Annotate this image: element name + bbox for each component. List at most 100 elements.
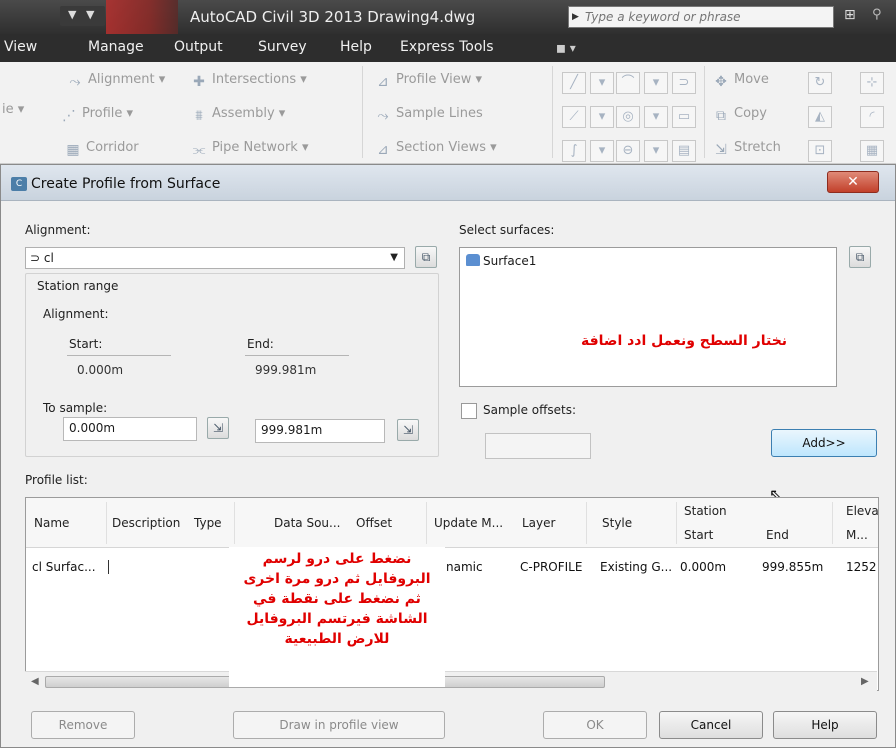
quick-access-toolbar[interactable]: ▼ ▼ (60, 6, 105, 26)
horizontal-scrollbar[interactable]: ◀ ▶ (25, 671, 877, 691)
ribbon-alignment[interactable]: ⤳ Alignment ▾ (66, 72, 165, 90)
ribbon-copy[interactable]: ⧉ Copy (712, 106, 767, 124)
sample-offsets-checkbox[interactable] (461, 403, 477, 419)
ribbon-profile-view[interactable]: ⊿ Profile View ▾ (374, 72, 482, 90)
col-end[interactable]: End (766, 528, 789, 542)
ribbon-assembly[interactable]: ⩩ Assembly ▾ (190, 106, 285, 124)
col-update-mode[interactable]: Update M... (434, 516, 503, 530)
trim-icon[interactable]: ⊹ (860, 72, 884, 94)
profile-list-table[interactable]: Name Description Type Data Sou... Offset… (25, 497, 879, 691)
civil3d-icon: C (11, 177, 27, 191)
cell-style[interactable]: Existing G... (600, 560, 672, 574)
help-button[interactable]: Help (773, 711, 877, 739)
ok-button[interactable]: OK (543, 711, 647, 739)
sample-lines-icon: ⤳ (377, 108, 389, 124)
ribbon-cut-item[interactable]: ie ▾ (2, 102, 24, 117)
ribbon-label: Intersections ▾ (212, 72, 307, 87)
ribbon-corridor[interactable]: ▦ Corridor (64, 140, 138, 158)
surfaces-list[interactable]: Surface1 (459, 247, 837, 387)
ribbon-stretch[interactable]: ⇲ Stretch (712, 140, 781, 158)
search-input[interactable] (585, 9, 825, 25)
col-start[interactable]: Start (684, 528, 713, 542)
pick-start-button[interactable]: ⇲ (207, 417, 229, 439)
menu-view[interactable]: View (4, 39, 37, 55)
col-name[interactable]: Name (34, 516, 69, 530)
rectangle-icon[interactable]: ▭ (672, 106, 696, 128)
dialog-title-bar[interactable]: C Create Profile from Surface ✕ (1, 165, 895, 201)
col-elevation[interactable]: Eleva (846, 504, 879, 518)
ribbon-intersections[interactable]: ✚ Intersections ▾ (190, 72, 307, 90)
menu-survey[interactable]: Survey (258, 39, 307, 55)
sample-offsets-field[interactable] (485, 433, 591, 459)
col-description[interactable]: Description (112, 516, 180, 530)
sample-start-field[interactable]: 0.000m (63, 417, 197, 441)
col-offset[interactable]: Offset (356, 516, 392, 530)
menu-manage[interactable]: Manage (88, 39, 144, 55)
hatch-icon[interactable]: ▤ (672, 140, 696, 162)
col-layer[interactable]: Layer (522, 516, 555, 530)
menu-help[interactable]: Help (340, 39, 372, 55)
menu-express-tools[interactable]: Express Tools (400, 39, 494, 55)
col-style[interactable]: Style (602, 516, 632, 530)
fillet-icon[interactable]: ◜ (860, 106, 884, 128)
add-button[interactable]: Add>> (771, 429, 877, 457)
ribbon-sample-lines[interactable]: ⤳ Sample Lines (374, 106, 483, 124)
ribbon-label: Assembly ▾ (212, 106, 286, 121)
scale-icon[interactable]: ⊡ (808, 140, 832, 162)
annotation-select-surface: نختار السطح ونعمل ادد اضافة (581, 333, 788, 349)
rotate-icon[interactable]: ↻ (808, 72, 832, 94)
spline-icon[interactable]: ∫ (562, 140, 586, 162)
user-icon[interactable]: ⚲ (872, 7, 882, 22)
cell-layer: C-PROFILE (520, 560, 583, 574)
dropdown-icon[interactable]: ▾ (590, 140, 614, 162)
dropdown-icon[interactable]: ▾ (590, 106, 614, 128)
alignment-select[interactable]: ⊃ cl ▼ (25, 247, 405, 269)
ribbon-label: Pipe Network ▾ (212, 140, 309, 155)
surface-name: Surface1 (483, 254, 537, 268)
dropdown-icon[interactable]: ▾ (644, 106, 668, 128)
list-item[interactable]: Surface1 (466, 254, 536, 268)
col-data-source[interactable]: Data Sou... (274, 516, 340, 530)
col-type[interactable]: Type (194, 516, 222, 530)
annotation-line: ثم نضغط على نقطة في (253, 591, 421, 607)
pick-end-button[interactable]: ⇲ (397, 419, 419, 441)
ribbon-section-views[interactable]: ⊿ Section Views ▾ (374, 140, 497, 158)
pick-surface-button[interactable]: ⧉ (849, 246, 871, 268)
ellipse-icon[interactable]: ⊖ (616, 140, 640, 162)
polyline-icon[interactable]: ⟋ (562, 106, 586, 128)
end-value: 999.981m (255, 363, 317, 377)
circle-icon[interactable]: ◎ (616, 106, 640, 128)
ribbon-profile[interactable]: ⋰ Profile ▾ (60, 106, 133, 124)
camera-icon[interactable]: ◼ ▾ (556, 41, 576, 55)
col-station[interactable]: Station (684, 504, 727, 518)
dropdown-icon[interactable]: ▾ (644, 72, 668, 94)
sample-end-field[interactable]: 999.981m (255, 419, 385, 443)
dropdown-icon[interactable]: ▾ (590, 72, 614, 94)
array-icon[interactable]: ▦ (860, 140, 884, 162)
scroll-left-icon[interactable]: ◀ (31, 676, 39, 687)
ribbon-divider (552, 66, 553, 158)
line-icon[interactable]: ╱ (562, 72, 586, 94)
close-button[interactable]: ✕ (827, 171, 879, 193)
mirror-icon[interactable]: ◭ (808, 106, 832, 128)
ribbon-move[interactable]: ✥ Move (712, 72, 769, 90)
column-divider (106, 502, 107, 544)
ribbon-label: Sample Lines (396, 106, 483, 121)
remove-button[interactable]: Remove (31, 711, 135, 739)
scroll-right-icon[interactable]: ▶ (861, 676, 869, 687)
binoculars-icon[interactable]: ⊞ (844, 7, 856, 23)
draw-in-profile-view-button[interactable]: Draw in profile view (233, 711, 445, 739)
dropdown-arrow-icon[interactable]: ▼ (86, 8, 94, 21)
dropdown-icon[interactable]: ▾ (644, 140, 668, 162)
ribbon-pipe-network[interactable]: ⫘ Pipe Network ▾ (190, 140, 309, 158)
menu-output[interactable]: Output (174, 39, 223, 55)
search-box[interactable]: ▶ (568, 6, 834, 28)
assembly-icon: ⩩ (195, 108, 203, 124)
pick-alignment-button[interactable]: ⧉ (415, 246, 437, 268)
cancel-button[interactable]: Cancel (659, 711, 763, 739)
station-range-label: Station range (37, 279, 119, 293)
dropdown-arrow-icon[interactable]: ▼ (68, 8, 76, 21)
arc-icon[interactable]: ⌒ (616, 72, 640, 94)
curve-icon[interactable]: ⊃ (672, 72, 696, 94)
col-elevation-min[interactable]: M... (846, 528, 868, 542)
